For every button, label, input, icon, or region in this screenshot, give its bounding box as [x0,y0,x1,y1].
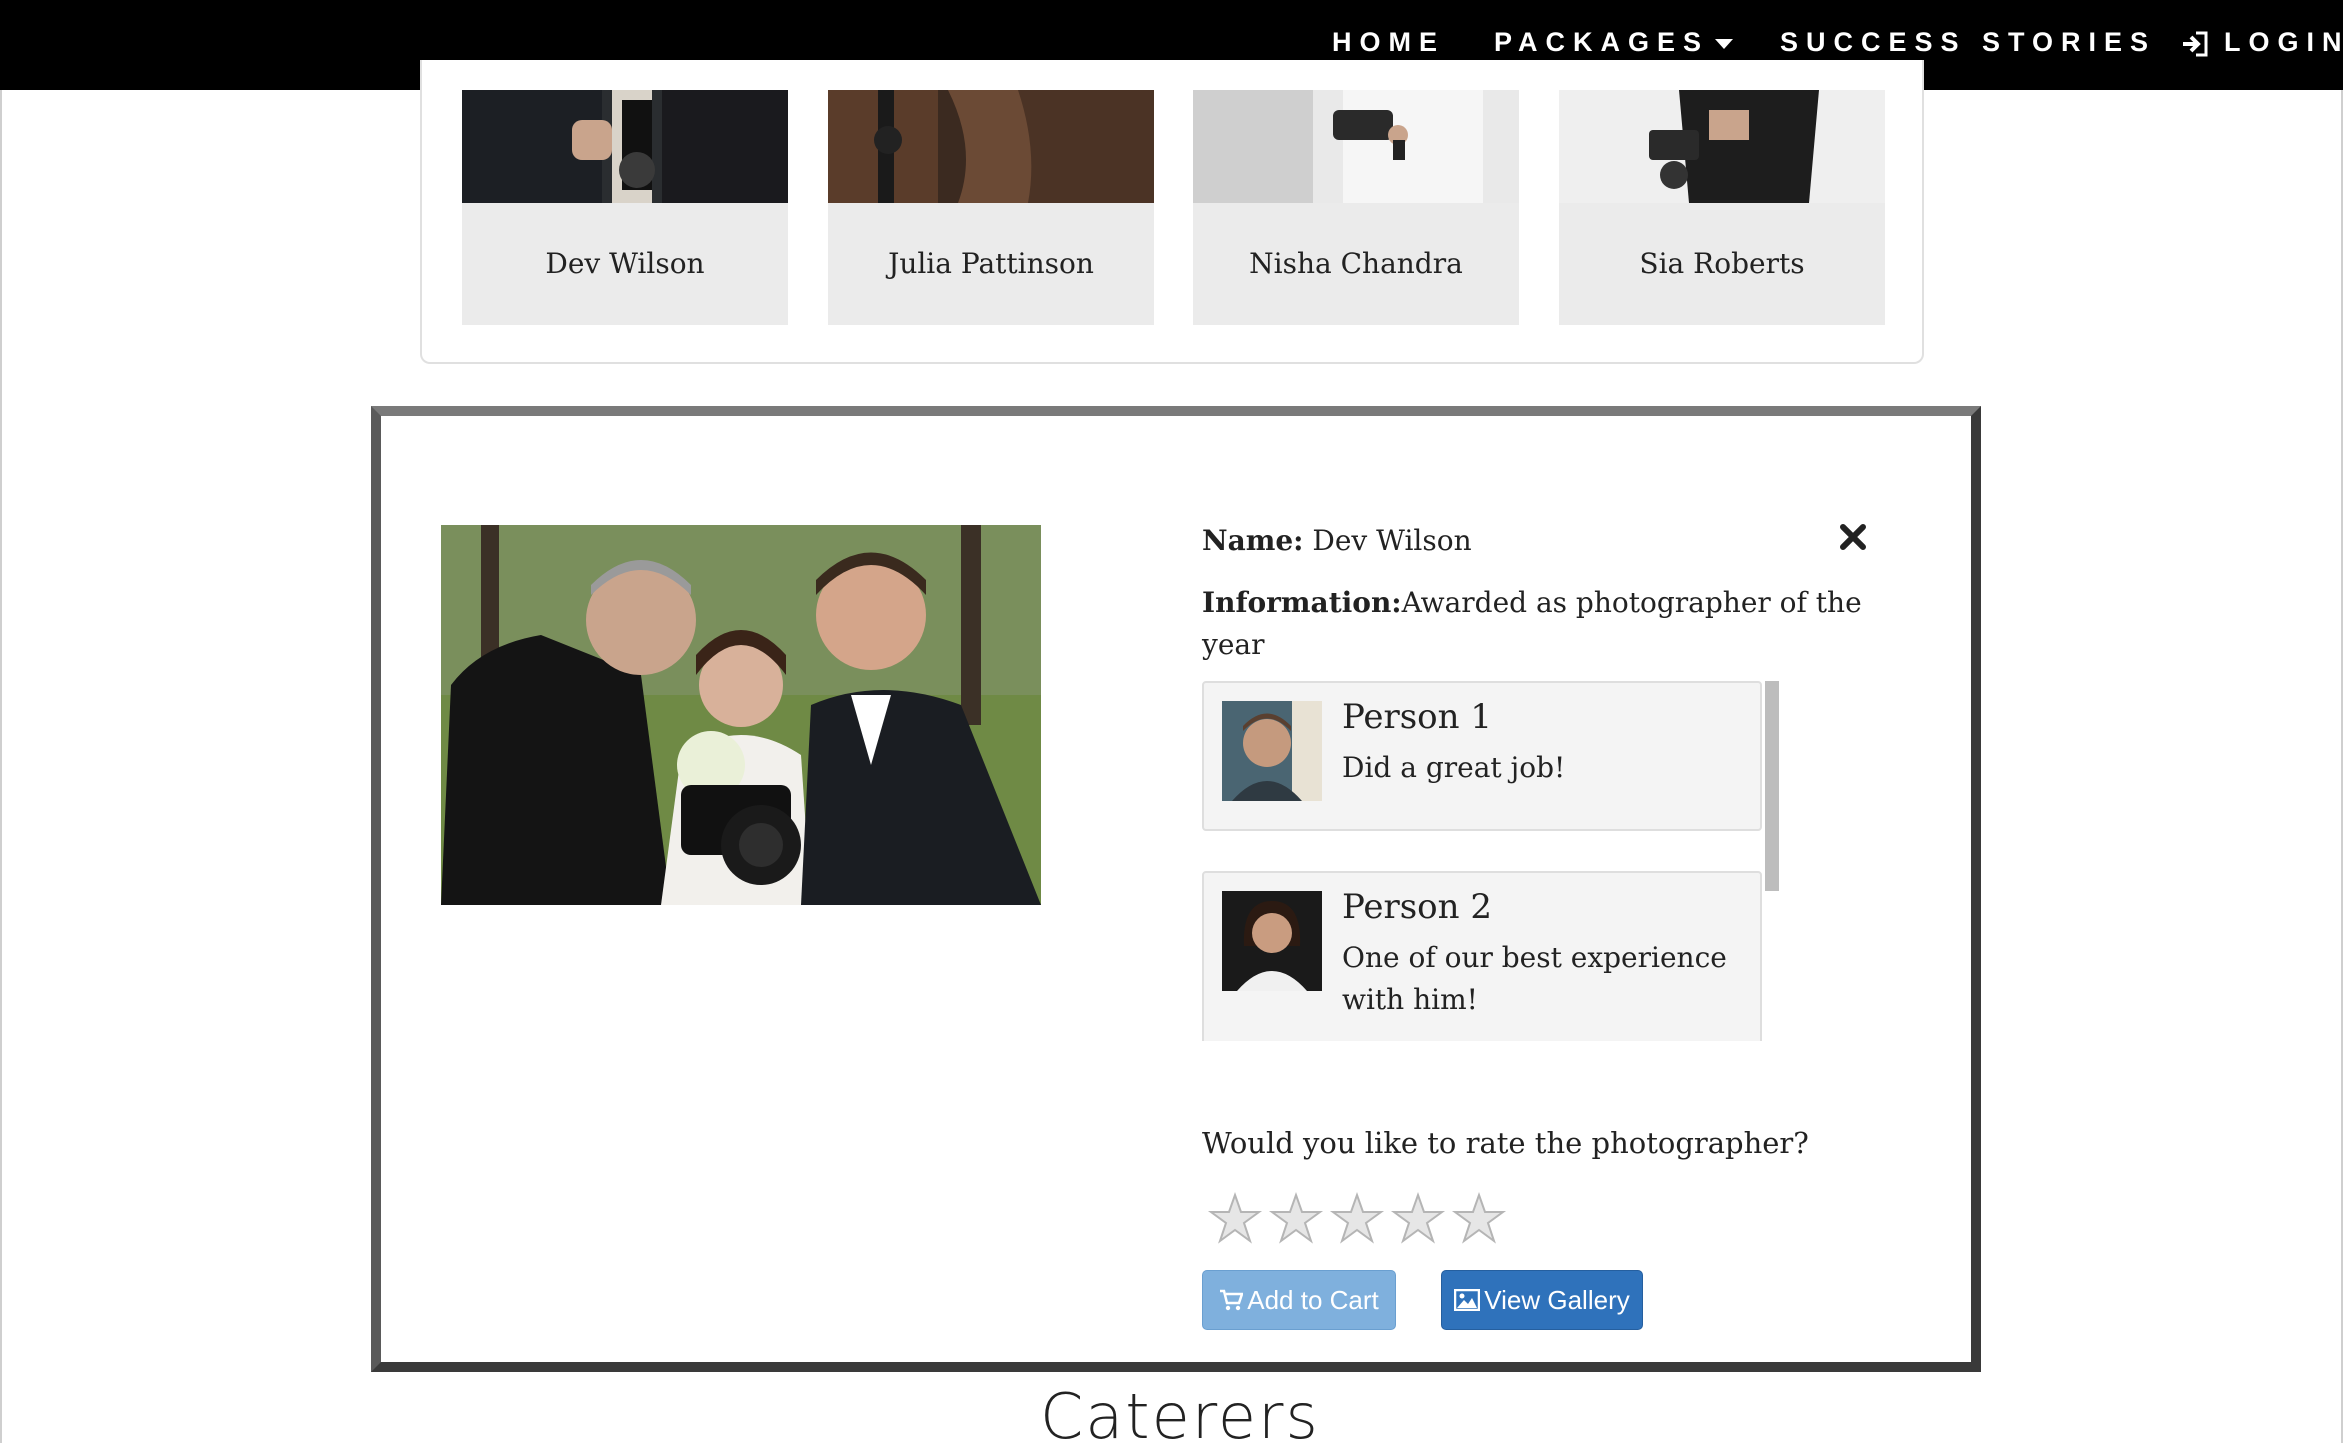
view-gallery-label: View Gallery [1484,1285,1630,1315]
reviewer-avatar [1222,701,1322,801]
photographer-name: Sia Roberts [1559,203,1885,325]
reviews-list[interactable]: Person 1 Did a great job! Person 2 One o… [1202,681,1778,1041]
reviewer-avatar [1222,891,1322,991]
review-item: Person 1 Did a great job! [1202,681,1762,831]
star-icon[interactable] [1451,1191,1507,1247]
photographer-name: Nisha Chandra [1193,203,1519,325]
reviewer-name: Person 2 [1342,887,1492,927]
information-label: Information: [1202,586,1402,619]
nav-login-label: LOGIN [2224,27,2343,57]
page-border-left [0,90,2,1443]
photographer-card[interactable]: Nisha Chandra [1193,90,1519,325]
star-icon[interactable] [1268,1191,1324,1247]
nav-login-link[interactable]: LOGIN [2180,22,2343,62]
name-value: Dev Wilson [1303,524,1472,557]
detail-name-line: Name: Dev Wilson [1202,520,1472,562]
close-icon[interactable] [1838,522,1868,552]
nav-packages-dropdown[interactable]: PACKAGES [1494,22,1734,62]
reviews-scrollbar-thumb[interactable] [1765,681,1779,891]
photographers-panel: Dev Wilson Julia Pattinson Nisha Chandra… [420,60,1924,364]
photographer-photo [1559,90,1885,203]
detail-info-line-cont: year [1202,624,1264,666]
photographer-photo [828,90,1154,203]
detail-info-line: Information:Awarded as photographer of t… [1202,582,1862,624]
photographer-name: Julia Pattinson [828,203,1154,325]
nav-home-link[interactable]: HOME [1332,22,1445,62]
review-item: Person 2 One of our best experience with… [1202,871,1762,1041]
reviewer-name: Person 1 [1342,697,1492,737]
view-gallery-button[interactable]: View Gallery [1441,1270,1643,1330]
review-text: One of our best experience with him! [1342,941,1727,1016]
photographer-photo [1193,90,1519,203]
photographer-detail-photo [441,525,1041,905]
nav-success-stories-link[interactable]: SUCCESS STORIES [1780,22,2156,62]
photographer-card[interactable]: Julia Pattinson [828,90,1154,325]
star-icon[interactable] [1207,1191,1263,1247]
name-label: Name: [1202,524,1304,557]
star-icon[interactable] [1390,1191,1446,1247]
rate-question: Would you like to rate the photographer? [1202,1126,1809,1160]
photographer-detail-modal: Name: Dev Wilson Information:Awarded as … [371,406,1981,1372]
review-text: Did a great job! [1342,751,1566,784]
login-icon [2183,31,2208,57]
star-rating[interactable] [1207,1191,1507,1251]
photographer-card[interactable]: Dev Wilson [462,90,788,325]
information-value-cont: year [1202,628,1265,661]
section-heading: Caterers [1040,1380,1320,1453]
information-value: Awarded as photographer of the [1401,586,1862,619]
photographer-card[interactable]: Sia Roberts [1559,90,1885,325]
add-to-cart-button[interactable]: Add to Cart [1202,1270,1396,1330]
caret-down-icon [1715,38,1734,49]
nav-packages-label: PACKAGES [1494,27,1710,57]
photographer-name: Dev Wilson [462,203,788,325]
star-icon[interactable] [1329,1191,1385,1247]
cart-icon [1220,1289,1244,1311]
photographer-photo [462,90,788,203]
add-to-cart-label: Add to Cart [1247,1285,1379,1315]
image-icon [1454,1288,1481,1312]
